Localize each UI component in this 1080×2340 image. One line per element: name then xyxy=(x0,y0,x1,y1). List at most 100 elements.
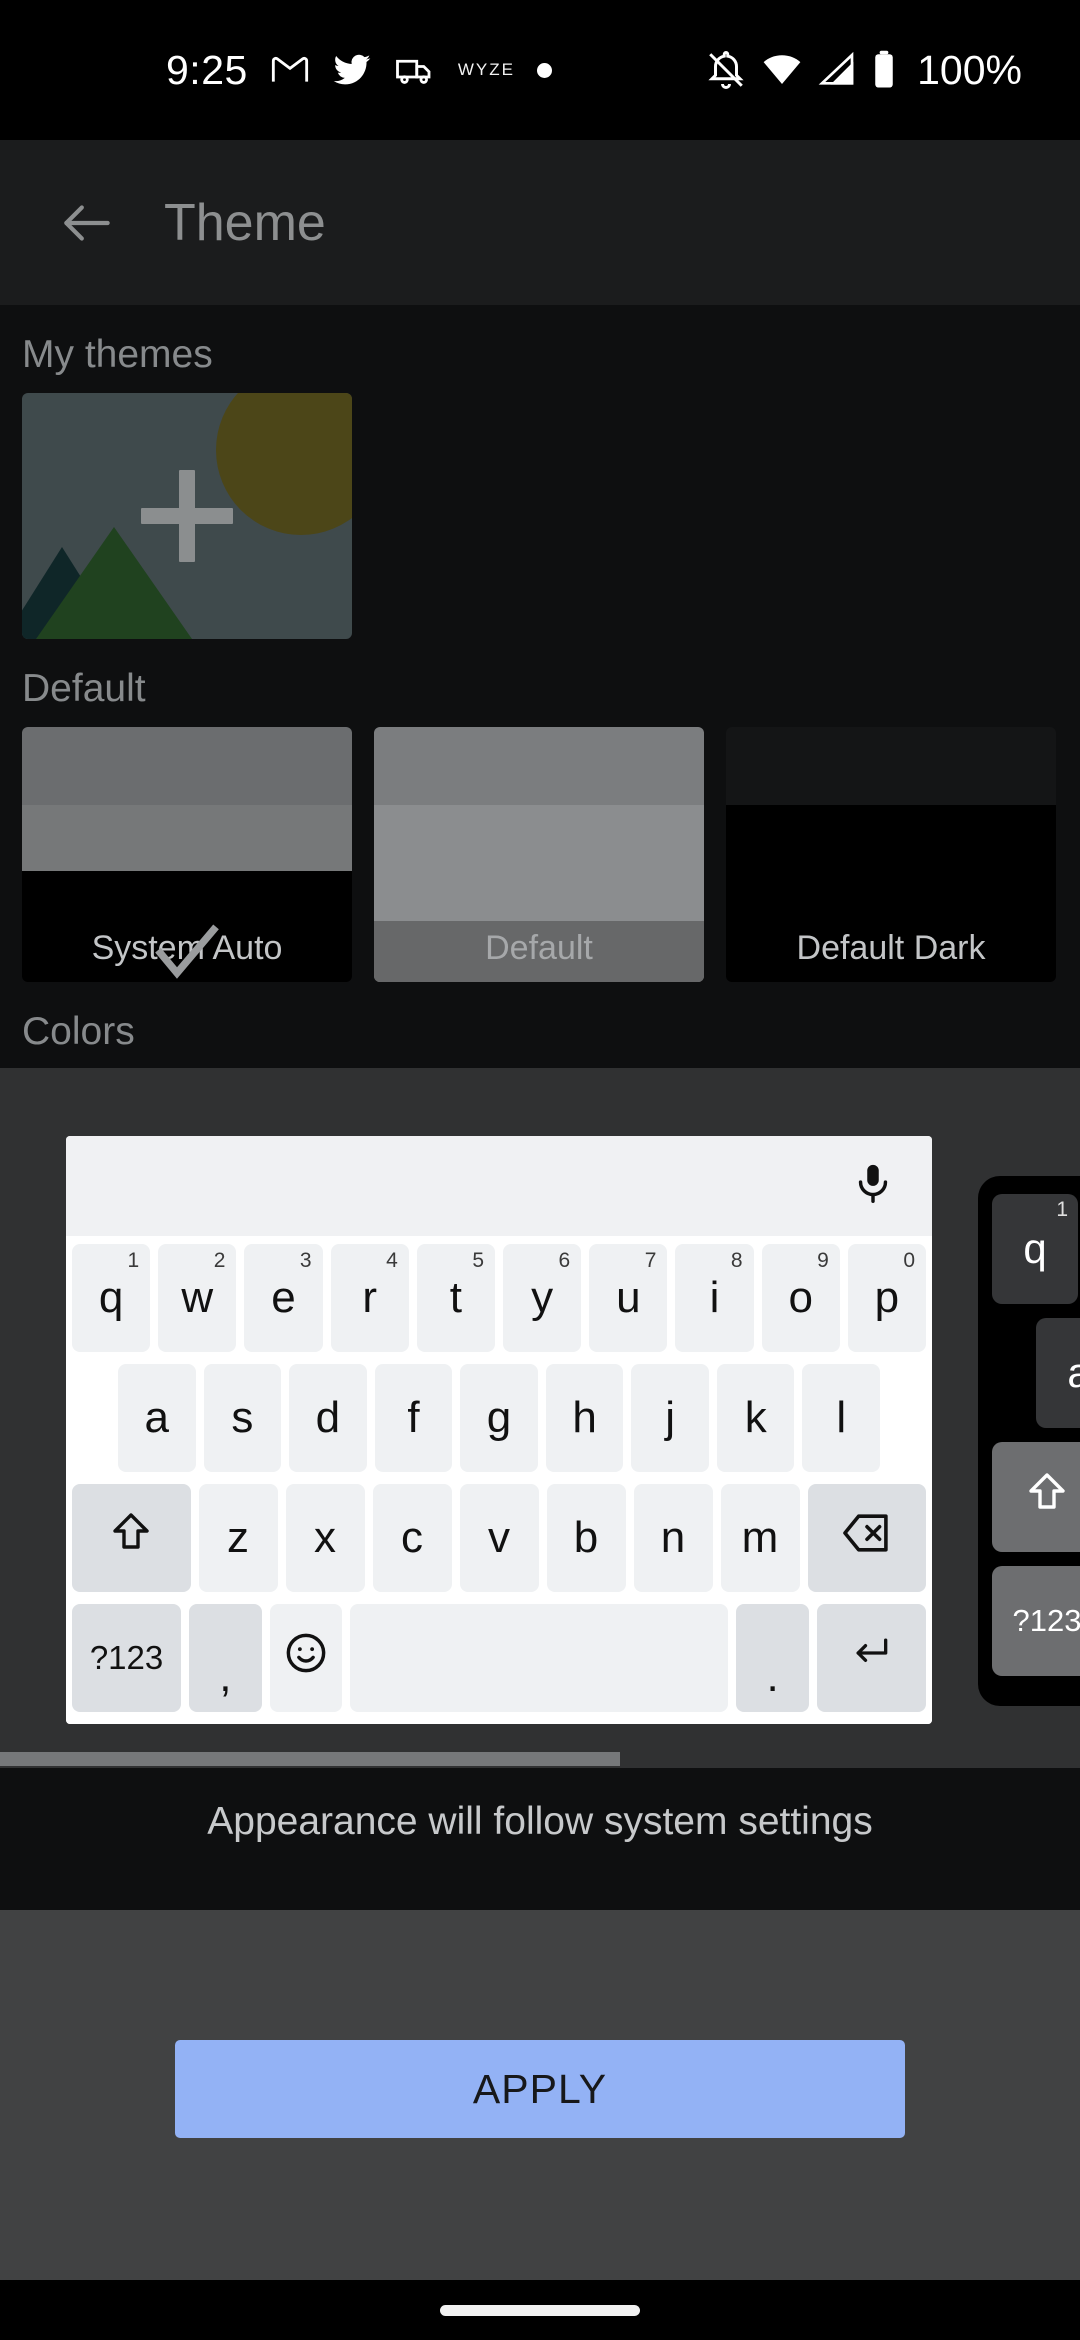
dark-keyboard-row-3 xyxy=(992,1442,1080,1552)
key-label: w xyxy=(181,1273,214,1322)
key-label: i xyxy=(709,1273,720,1322)
status-bar-clock: 9:25 xyxy=(166,46,248,93)
dark-keyboard-row-4: ?123 xyxy=(992,1566,1080,1676)
key-superscript: 4 xyxy=(386,1249,398,1272)
space-key[interactable] xyxy=(350,1604,729,1712)
key-d[interactable]: d xyxy=(289,1364,367,1472)
dark-shift-key[interactable] xyxy=(992,1442,1080,1552)
theme-preview-band-top xyxy=(726,727,1056,805)
navigation-bar xyxy=(0,2280,1080,2340)
key-l[interactable]: l xyxy=(802,1364,881,1472)
phone-screen: 9:25 WYZE 100% Theme My themes Default S… xyxy=(0,0,1080,2340)
dark-key-a[interactable]: a xyxy=(1036,1318,1080,1428)
theme-preview-band-top xyxy=(374,727,704,805)
app-bar: Theme xyxy=(0,140,1080,305)
theme-preview-band-mid xyxy=(726,805,1056,871)
enter-key[interactable] xyxy=(816,1604,926,1712)
key-k[interactable]: k xyxy=(716,1364,795,1472)
dark-key-q[interactable]: 1 q xyxy=(992,1194,1078,1304)
keyboard-preview-light: 1q 2w 3e 4r 5t 6y 7u 8i 9o 0p a s d f g xyxy=(66,1136,932,1724)
home-gesture-pill[interactable] xyxy=(440,2304,640,2316)
key-x[interactable]: x xyxy=(285,1484,365,1592)
dark-symbols-key[interactable]: ?123 xyxy=(992,1566,1080,1676)
key-y[interactable]: 6y xyxy=(503,1244,582,1352)
keyboard-rows: 1q 2w 3e 4r 5t 6y 7u 8i 9o 0p a s d f g xyxy=(66,1236,932,1724)
delivery-truck-icon xyxy=(394,49,436,91)
theme-preview-body: System Auto xyxy=(22,871,352,982)
key-q[interactable]: 1q xyxy=(71,1244,151,1352)
microphone-icon[interactable] xyxy=(850,1161,896,1212)
key-label: y xyxy=(531,1273,554,1322)
section-label-colors: Colors xyxy=(22,1010,135,1053)
key-z[interactable]: z xyxy=(198,1484,278,1592)
key-label: p xyxy=(874,1273,900,1322)
key-label: e xyxy=(271,1273,296,1322)
back-arrow-icon[interactable] xyxy=(56,192,164,254)
theme-preview-body: Default Dark xyxy=(726,871,1056,982)
section-label-my-themes: My themes xyxy=(22,333,213,376)
key-v[interactable]: v xyxy=(459,1484,539,1592)
key-j[interactable]: j xyxy=(631,1364,709,1472)
wifi-icon xyxy=(761,49,803,91)
key-g[interactable]: g xyxy=(460,1364,538,1472)
horizontal-scrollbar[interactable] xyxy=(0,1752,1080,1766)
apply-button[interactable]: APPLY xyxy=(175,2040,905,2138)
key-h[interactable]: h xyxy=(545,1364,624,1472)
status-bar-left: 9:25 WYZE xyxy=(36,47,705,94)
dark-keyboard-row-2: a xyxy=(992,1318,1080,1428)
key-f[interactable]: f xyxy=(374,1364,453,1472)
keyboard-row-4: ?123 , . xyxy=(72,1604,926,1712)
key-p[interactable]: 0p xyxy=(847,1244,927,1352)
symbols-key[interactable]: ?123 xyxy=(72,1604,182,1712)
key-superscript: 6 xyxy=(558,1249,571,1272)
cellular-signal-icon xyxy=(817,50,857,90)
key-i[interactable]: 8i xyxy=(675,1244,754,1352)
backspace-icon xyxy=(841,1512,893,1565)
key-s[interactable]: s xyxy=(203,1364,282,1472)
shift-icon xyxy=(1023,1469,1071,1525)
key-t[interactable]: 5t xyxy=(416,1244,495,1352)
key-superscript: 3 xyxy=(299,1249,312,1272)
shift-icon xyxy=(107,1509,155,1568)
key-superscript: 8 xyxy=(730,1249,743,1272)
appearance-description: Appearance will follow system settings xyxy=(207,1800,873,1843)
period-key[interactable]: . xyxy=(736,1604,809,1712)
check-icon xyxy=(139,913,235,982)
key-superscript: 2 xyxy=(213,1249,226,1272)
scrollbar-thumb[interactable] xyxy=(0,1752,620,1766)
backspace-key[interactable] xyxy=(807,1484,926,1592)
theme-card-default-dark[interactable]: Default Dark xyxy=(726,727,1056,982)
key-superscript: 1 xyxy=(127,1249,140,1272)
key-o[interactable]: 9o xyxy=(761,1244,840,1352)
theme-preview-body: Default xyxy=(374,871,704,982)
wyze-icon: WYZE xyxy=(457,60,515,79)
theme-card-default[interactable]: Default xyxy=(374,727,704,982)
key-u[interactable]: 7u xyxy=(589,1244,668,1352)
status-bar: 9:25 WYZE 100% xyxy=(0,0,1080,140)
key-e[interactable]: 3e xyxy=(244,1244,323,1352)
keyboard-row-1: 1q 2w 3e 4r 5t 6y 7u 8i 9o 0p xyxy=(71,1244,927,1352)
decorative-circle-icon xyxy=(216,393,352,535)
key-n[interactable]: n xyxy=(633,1484,713,1592)
comma-key[interactable]: , xyxy=(189,1604,262,1712)
key-r[interactable]: 4r xyxy=(330,1244,409,1352)
theme-preview-band-mid xyxy=(22,805,352,871)
dot-indicator-icon xyxy=(536,62,552,78)
key-superscript: 9 xyxy=(817,1249,829,1272)
emoji-key[interactable] xyxy=(269,1604,343,1712)
key-m[interactable]: m xyxy=(720,1484,800,1592)
theme-card-label: Default xyxy=(374,921,704,982)
key-a[interactable]: a xyxy=(117,1364,196,1472)
page-title: Theme xyxy=(164,193,326,252)
theme-preview-band-top xyxy=(22,727,352,805)
keyboard-preview-dark[interactable]: 1 q a ?123 xyxy=(978,1176,1080,1706)
shift-key[interactable] xyxy=(72,1484,191,1592)
my-themes-row xyxy=(0,393,1080,639)
key-c[interactable]: c xyxy=(372,1484,452,1592)
section-label-default: Default xyxy=(22,667,146,710)
theme-card-system-auto[interactable]: System Auto xyxy=(22,727,352,982)
key-b[interactable]: b xyxy=(546,1484,626,1592)
add-theme-card[interactable] xyxy=(22,393,352,639)
key-w[interactable]: 2w xyxy=(158,1244,237,1352)
plus-icon xyxy=(141,470,233,562)
